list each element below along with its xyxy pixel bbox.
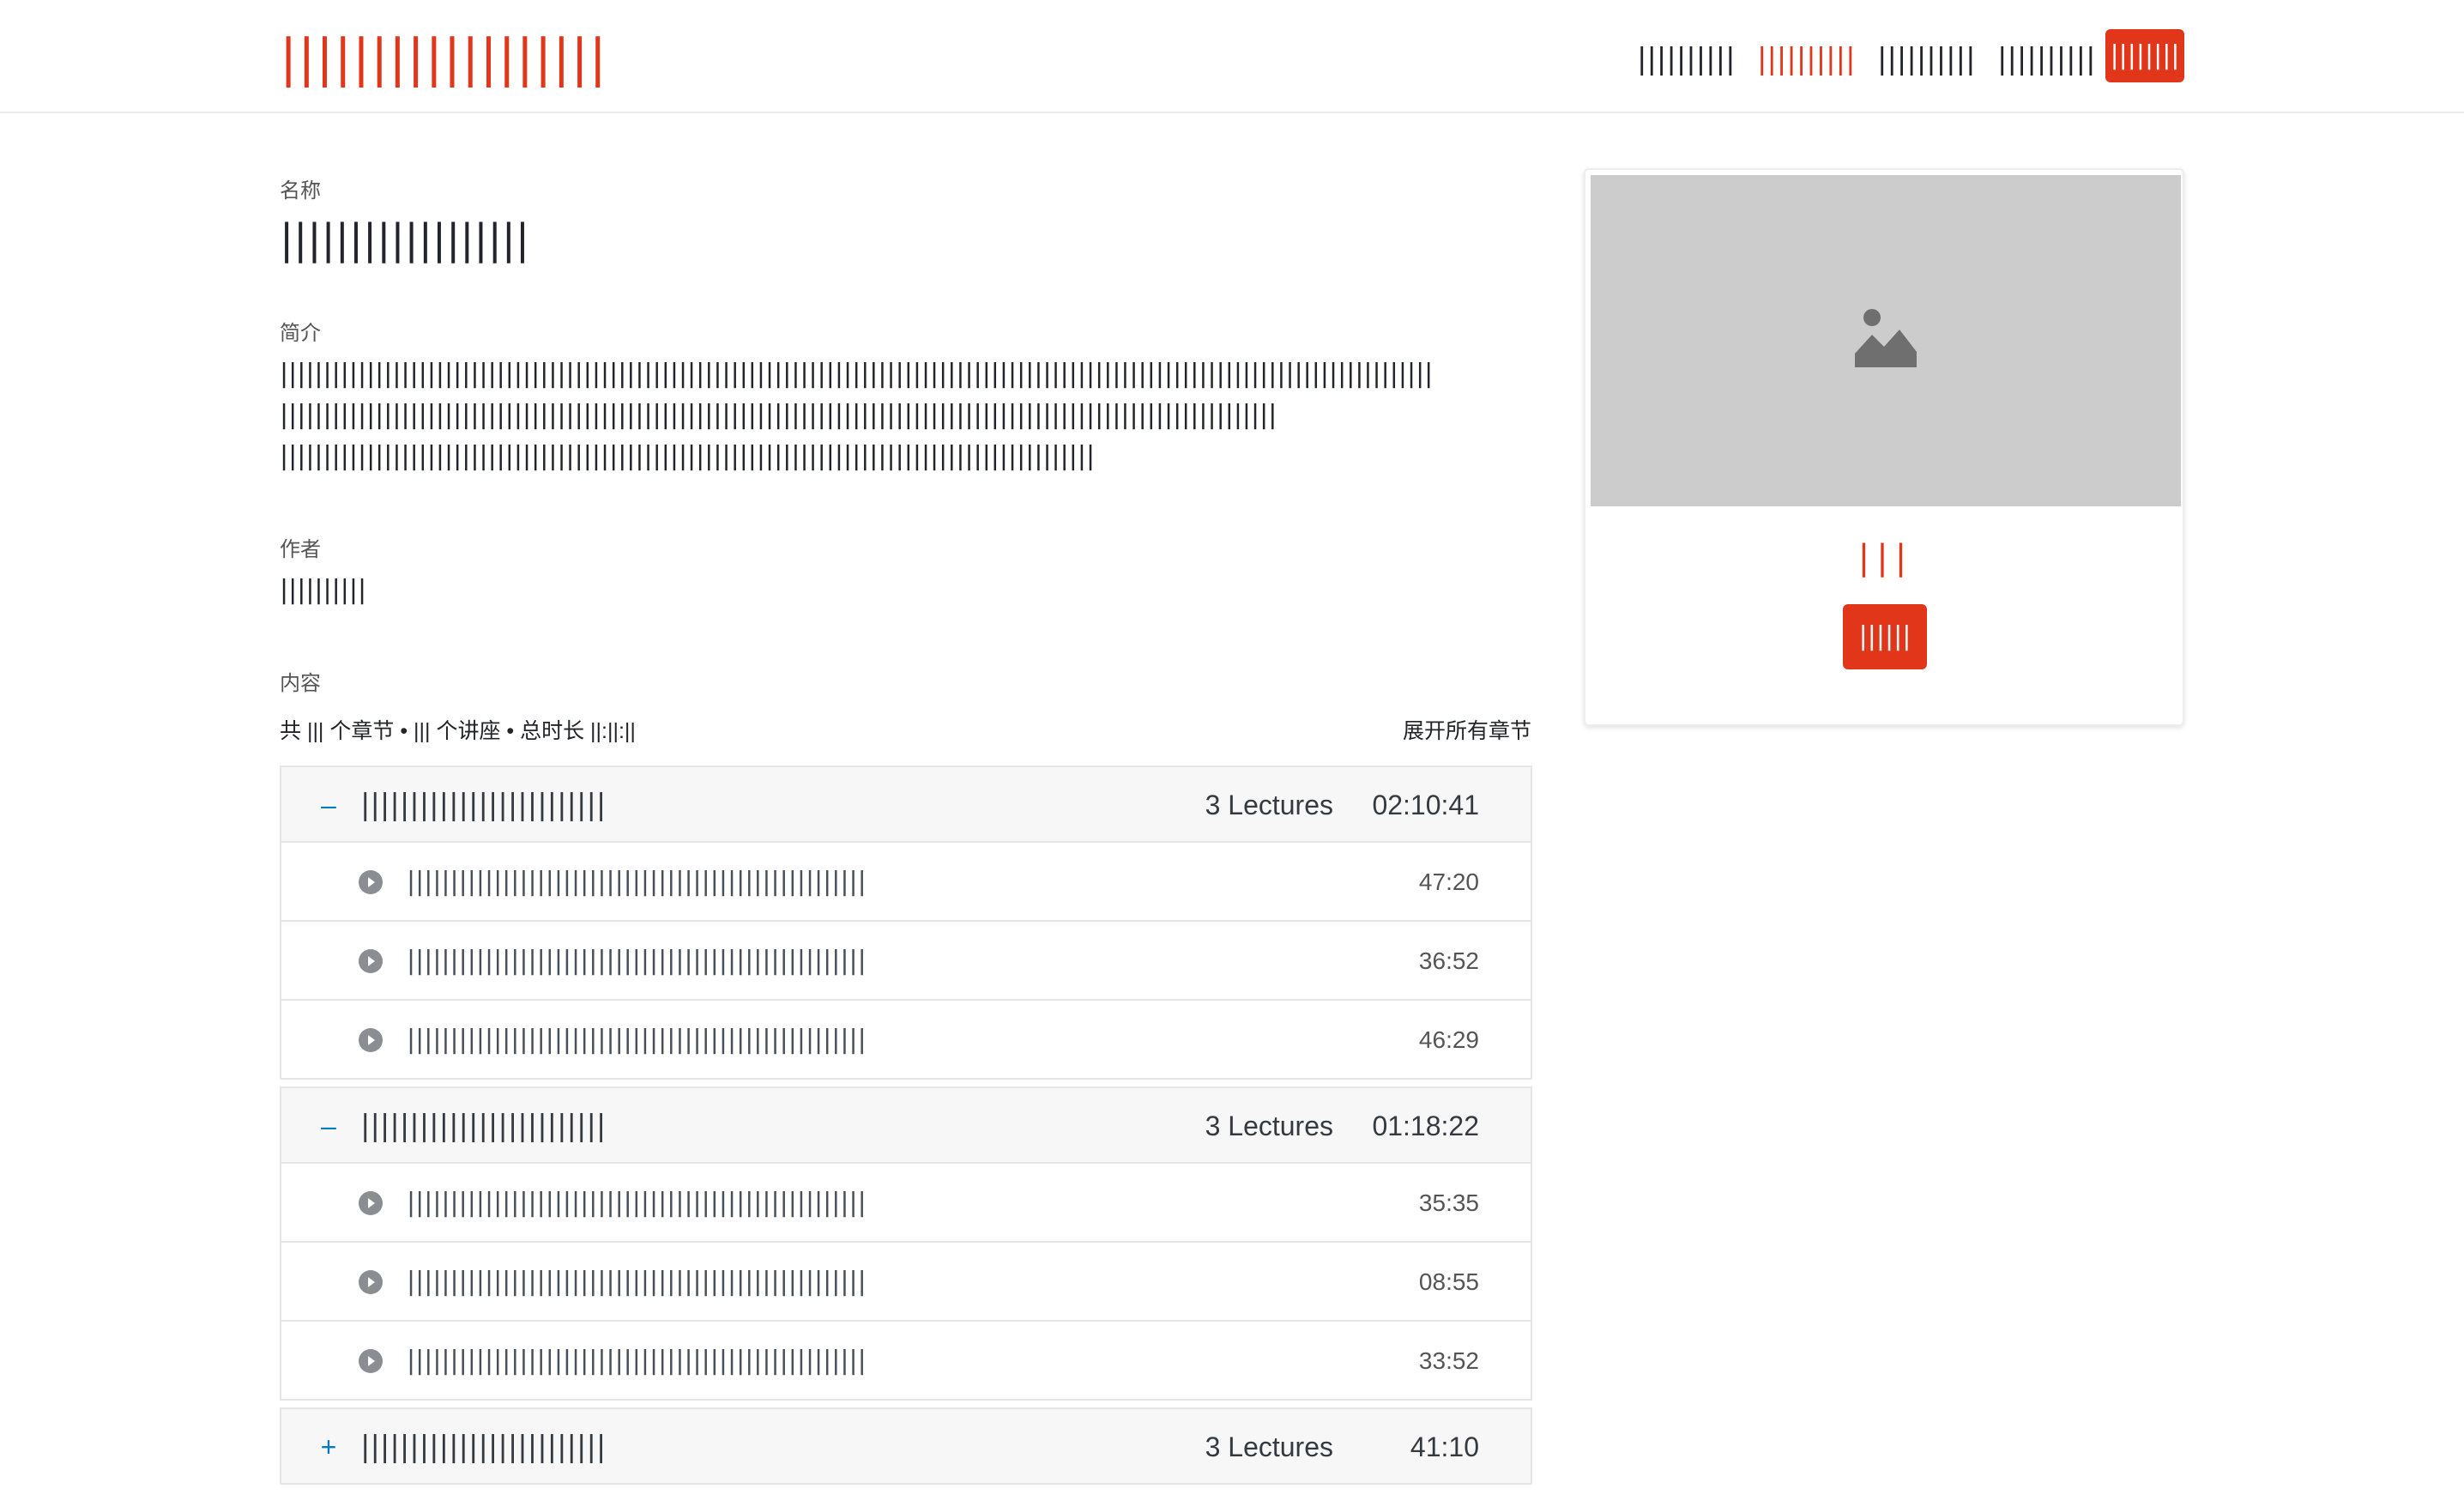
section-title: ||||||||||||||||||||||||| — [360, 788, 607, 822]
play-icon[interactable] — [359, 1028, 383, 1052]
lecture-duration: 36:52 — [1418, 947, 1479, 974]
play-icon[interactable] — [359, 1191, 383, 1215]
expand-all-sections-link[interactable]: 展开所有章节 — [1403, 717, 1531, 745]
image-placeholder-icon — [1855, 309, 1917, 367]
lecture-row[interactable]: ||||||||||||||||||||||||||||||||||||||||… — [280, 922, 1532, 1001]
play-icon[interactable] — [359, 949, 383, 973]
section-duration: 01:18:22 — [1372, 1111, 1479, 1141]
section-title: ||||||||||||||||||||||||| — [360, 1109, 607, 1143]
lecture-title[interactable]: ||||||||||||||||||||||||||||||||||||||||… — [407, 1265, 867, 1299]
lecture-title[interactable]: ||||||||||||||||||||||||||||||||||||||||… — [407, 1344, 867, 1378]
nav-link-1[interactable]: |||||||||| — [1637, 41, 1736, 77]
section-lecture-count: 3 Lectures — [1205, 1111, 1333, 1141]
lecture-duration: 46:29 — [1418, 1026, 1479, 1053]
lecture-duration: 35:35 — [1418, 1189, 1479, 1216]
section-lecture-count: 3 Lectures — [1205, 1431, 1333, 1462]
buy-button[interactable]: |||||| — [1843, 604, 1927, 669]
intro-line-3: ||||||||||||||||||||||||||||||||||||||||… — [280, 441, 1096, 471]
section-lecture-count: 3 Lectures — [1205, 790, 1333, 820]
lecture-row[interactable]: ||||||||||||||||||||||||||||||||||||||||… — [280, 1243, 1532, 1322]
content-summary: 共 ||| 个章节 • ||| 个讲座 • 总时长 ||:||:|| — [280, 719, 636, 743]
top-navbar: |||||||||||||||||| |||||||||| ||||||||||… — [0, 0, 2464, 113]
lecture-title[interactable]: ||||||||||||||||||||||||||||||||||||||||… — [407, 944, 867, 978]
section-title: ||||||||||||||||||||||||| — [360, 1430, 607, 1464]
course-price: ||| — [1857, 538, 1914, 578]
lecture-row[interactable]: ||||||||||||||||||||||||||||||||||||||||… — [280, 843, 1532, 922]
lecture-duration: 08:55 — [1418, 1268, 1479, 1295]
section-duration: 41:10 — [1410, 1431, 1479, 1462]
lecture-duration: 33:52 — [1418, 1347, 1479, 1374]
site-logo[interactable]: |||||||||||||||||| — [280, 33, 607, 84]
expand-icon[interactable]: + — [316, 1426, 341, 1468]
page: |||||||||||||||||| |||||||||| ||||||||||… — [0, 0, 2464, 1507]
nav-link-4[interactable]: |||||||||| — [1997, 41, 2096, 77]
section-header[interactable]: + ||||||||||||||||||||||||| 3 Lectures 4… — [280, 1407, 1532, 1485]
course-cover-image — [1591, 175, 2181, 506]
lecture-title[interactable]: ||||||||||||||||||||||||||||||||||||||||… — [407, 1186, 867, 1220]
course-name: |||||||||||||||||| — [280, 215, 530, 263]
nav-cta-button[interactable]: |||||||| — [2105, 29, 2184, 82]
lecture-row[interactable]: ||||||||||||||||||||||||||||||||||||||||… — [280, 1322, 1532, 1401]
lecture-title[interactable]: ||||||||||||||||||||||||||||||||||||||||… — [407, 1023, 867, 1057]
lecture-row[interactable]: ||||||||||||||||||||||||||||||||||||||||… — [280, 1001, 1532, 1080]
author-label: 作者 — [280, 538, 321, 561]
section-header[interactable]: – ||||||||||||||||||||||||| 3 Lectures 0… — [280, 1086, 1532, 1164]
course-purchase-card: ||| |||||| — [1584, 168, 2184, 726]
section-duration: 02:10:41 — [1372, 790, 1479, 820]
play-icon[interactable] — [359, 1349, 383, 1373]
nav-link-3[interactable]: |||||||||| — [1877, 41, 1976, 77]
author-name: |||||||||| — [280, 575, 367, 605]
lecture-row[interactable]: ||||||||||||||||||||||||||||||||||||||||… — [280, 1164, 1532, 1243]
intro-line-2: ||||||||||||||||||||||||||||||||||||||||… — [280, 400, 1277, 430]
play-icon[interactable] — [359, 870, 383, 894]
collapse-icon[interactable]: – — [316, 1105, 341, 1147]
lecture-title[interactable]: ||||||||||||||||||||||||||||||||||||||||… — [407, 865, 867, 899]
intro-label: 简介 — [280, 322, 321, 345]
content-label: 内容 — [280, 672, 321, 695]
play-icon[interactable] — [359, 1270, 383, 1294]
section-header[interactable]: – ||||||||||||||||||||||||| 3 Lectures 0… — [280, 766, 1532, 843]
intro-line-1: ||||||||||||||||||||||||||||||||||||||||… — [280, 359, 1434, 389]
collapse-icon[interactable]: – — [316, 784, 341, 826]
nav-link-2-active[interactable]: |||||||||| — [1757, 41, 1856, 77]
name-label: 名称 — [280, 179, 321, 203]
lecture-duration: 47:20 — [1418, 868, 1479, 895]
